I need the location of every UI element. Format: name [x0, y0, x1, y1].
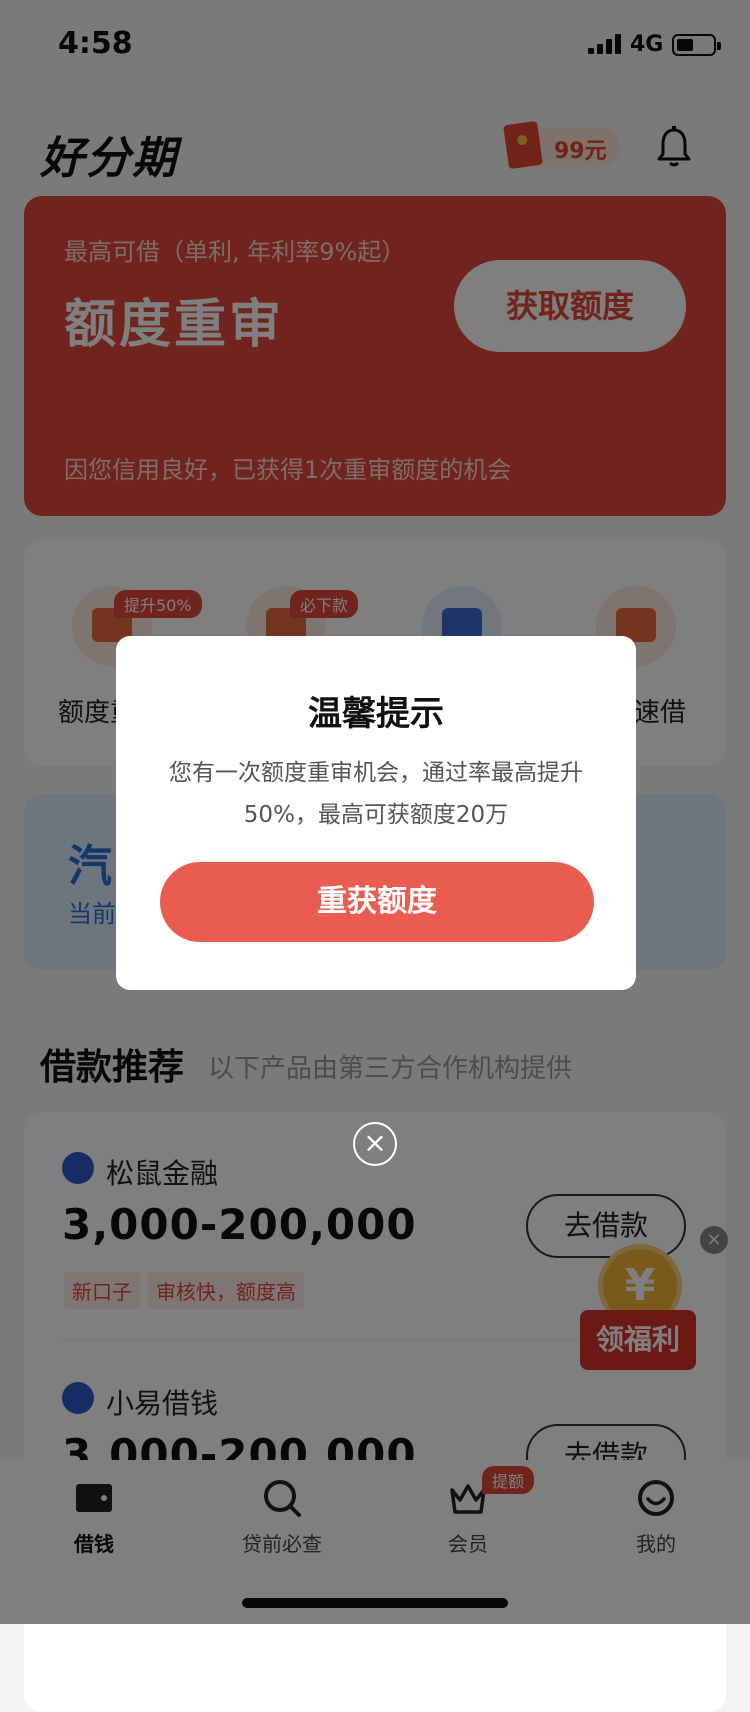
close-icon[interactable]: ×	[353, 1122, 397, 1166]
regain-credit-button[interactable]: 重获额度	[160, 862, 594, 942]
modal-title: 温馨提示	[308, 694, 444, 734]
modal-body: 您有一次额度重审机会，通过率最高提升50%，最高可获额度20万	[169, 760, 583, 828]
